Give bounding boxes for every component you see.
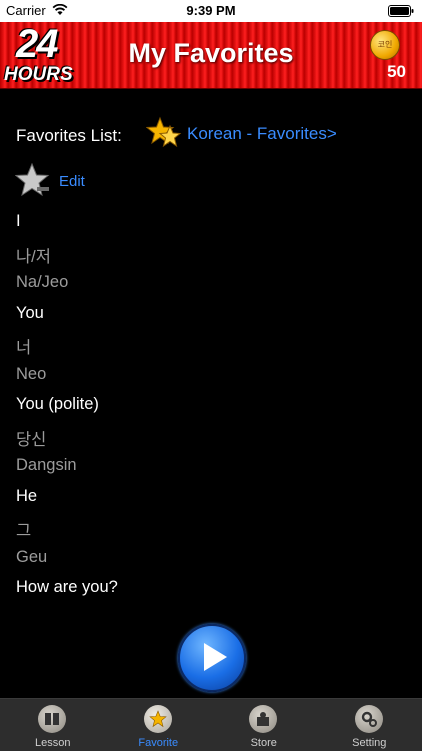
phrase-english[interactable]: How are you? [16,578,118,597]
tab-setting[interactable]: Setting [317,699,422,751]
phrase-translation[interactable]: Neo [16,365,46,384]
phrase-list[interactable]: I 나/저 Na/Jeo You 너 Neo You (polite) 당신 Dangsin He… [0,206,422,614]
phrase-english[interactable]: You (polite) [16,395,99,414]
phrase-translation[interactable]: Na/Jeo [16,273,68,292]
favorites-list-link[interactable]: Korean - Favorites> [187,124,337,144]
stars-icon[interactable] [146,116,182,150]
phrase-translation[interactable]: Geu [16,548,47,567]
phrase-translation[interactable]: 너 [16,334,31,358]
phrase-english[interactable]: You [16,304,44,323]
play-button[interactable] [178,624,246,692]
phrase-translation[interactable]: 나/저 [16,243,51,267]
gear-icon [355,705,383,733]
header-bar: 24 HOURS My Favorites 코인 50 [0,22,422,89]
status-time: 9:39 PM [0,3,422,18]
status-bar: Carrier 9:39 PM [0,0,422,22]
tab-label: Store [211,737,317,749]
coin-count: 50 [387,62,406,82]
page-title: My Favorites [0,38,422,69]
coin-icon-label: 코인 [371,39,399,50]
edit-star-icon[interactable] [15,163,51,197]
tab-label: Favorite [106,737,212,749]
tab-bar: Lesson Favorite Store Setting [0,698,422,751]
star-icon [144,705,172,733]
favorites-list-label: Favorites List: [16,126,122,146]
edit-button[interactable]: Edit [59,173,85,190]
store-icon [249,705,277,733]
battery-icon [388,5,414,17]
book-icon [38,705,66,733]
tab-store[interactable]: Store [211,699,317,751]
tab-lesson[interactable]: Lesson [0,699,106,751]
phrase-translation[interactable]: 그 [16,517,31,541]
coin-icon[interactable]: 코인 [370,30,400,60]
tab-label: Lesson [0,737,106,749]
play-icon [202,642,228,672]
tab-favorite[interactable]: Favorite [106,699,212,751]
phrase-translation[interactable]: Dangsin [16,456,77,475]
tab-label: Setting [317,737,422,749]
phrase-english[interactable]: I [16,212,21,231]
phrase-english[interactable]: He [16,487,37,506]
phrase-translation[interactable]: 당신 [16,426,46,450]
phrase-translation[interactable]: 어떻게 지내요? [16,609,121,615]
